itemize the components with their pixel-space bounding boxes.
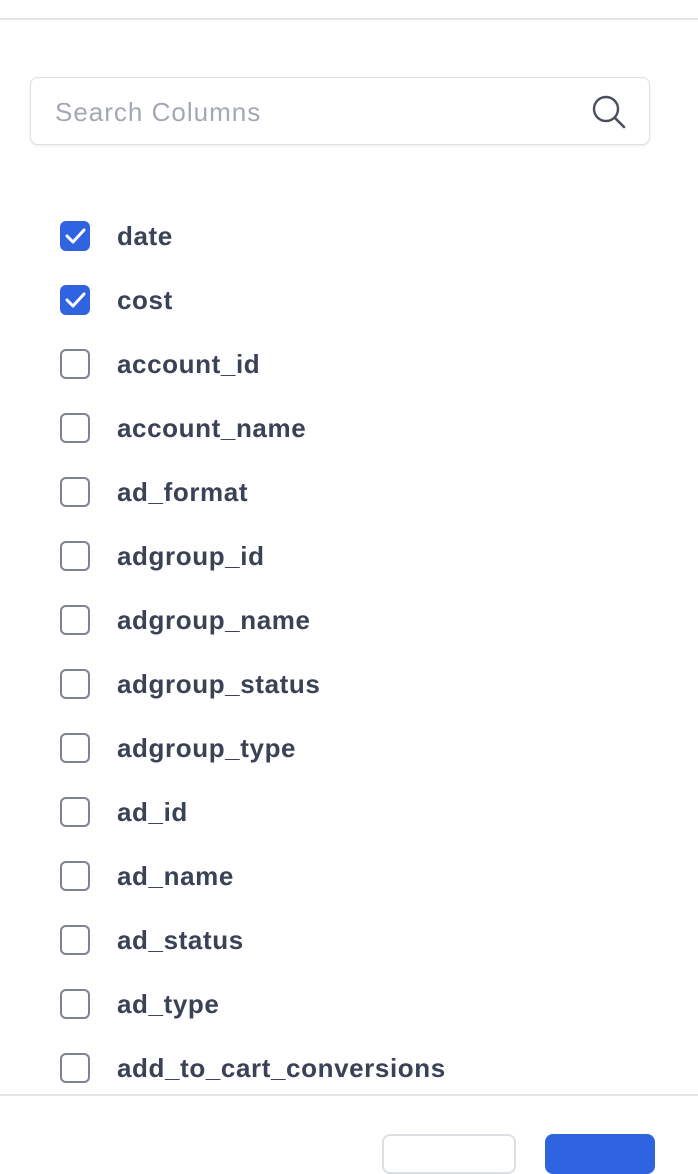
checkbox-unchecked[interactable] (60, 1053, 90, 1083)
column-label: adgroup_type (117, 732, 297, 763)
column-option-ad-type[interactable]: ad_type (60, 972, 680, 1036)
column-list: date cost account_id account_name ad_formata… (0, 204, 698, 1089)
column-label: ad_id (117, 796, 188, 827)
column-label: ad_status (117, 924, 244, 955)
column-option-account-id[interactable]: account_id (60, 332, 680, 396)
column-label: date (117, 220, 173, 251)
column-label: ad_name (117, 860, 234, 891)
column-option-adgroup-type[interactable]: adgroup_type (60, 716, 680, 780)
checkbox-unchecked[interactable] (60, 413, 90, 443)
column-label: account_id (117, 348, 261, 379)
column-option-ad-format[interactable]: ad_format (60, 460, 680, 524)
column-label: add_to_cart_conversions (117, 1052, 446, 1083)
column-option-ad-name[interactable]: ad_name (60, 844, 680, 908)
apply-button[interactable] (545, 1134, 655, 1174)
column-option-adgroup-id[interactable]: adgroup_id (60, 524, 680, 588)
column-label: ad_format (117, 476, 249, 507)
check-icon (65, 228, 86, 244)
column-label: adgroup_status (117, 668, 321, 699)
checkbox-unchecked[interactable] (60, 349, 90, 379)
checkbox-unchecked[interactable] (60, 925, 90, 955)
column-label: adgroup_name (117, 604, 311, 635)
column-label: cost (117, 284, 173, 315)
search-icon[interactable] (591, 94, 627, 130)
checkbox-checked[interactable] (60, 285, 90, 315)
column-option-account-name[interactable]: account_name (60, 396, 680, 460)
column-option-adgroup-status[interactable]: adgroup_status (60, 652, 680, 716)
column-option-ad-id[interactable]: ad_id (60, 780, 680, 844)
checkbox-checked[interactable] (60, 221, 90, 251)
check-icon (65, 292, 86, 308)
column-option-date[interactable]: date (60, 204, 680, 268)
column-label: account_name (117, 412, 307, 443)
column-option-ad-status[interactable]: ad_status (60, 908, 680, 972)
checkbox-unchecked[interactable] (60, 605, 90, 635)
checkbox-unchecked[interactable] (60, 733, 90, 763)
checkbox-unchecked[interactable] (60, 669, 90, 699)
cancel-button[interactable] (382, 1134, 516, 1174)
search-input[interactable] (53, 78, 577, 146)
checkbox-unchecked[interactable] (60, 861, 90, 891)
column-label: adgroup_id (117, 540, 265, 571)
checkbox-unchecked[interactable] (60, 477, 90, 507)
column-label: ad_type (117, 988, 220, 1019)
checkbox-unchecked[interactable] (60, 541, 90, 571)
checkbox-unchecked[interactable] (60, 797, 90, 827)
column-option-add-to-cart-conversions[interactable]: add_to_cart_conversions (60, 1036, 680, 1089)
column-option-adgroup-name[interactable]: adgroup_name (60, 588, 680, 652)
checkbox-unchecked[interactable] (60, 989, 90, 1019)
bottom-divider (0, 1094, 698, 1096)
search-box[interactable] (30, 77, 650, 146)
column-option-cost[interactable]: cost (60, 268, 680, 332)
top-divider (0, 18, 698, 20)
